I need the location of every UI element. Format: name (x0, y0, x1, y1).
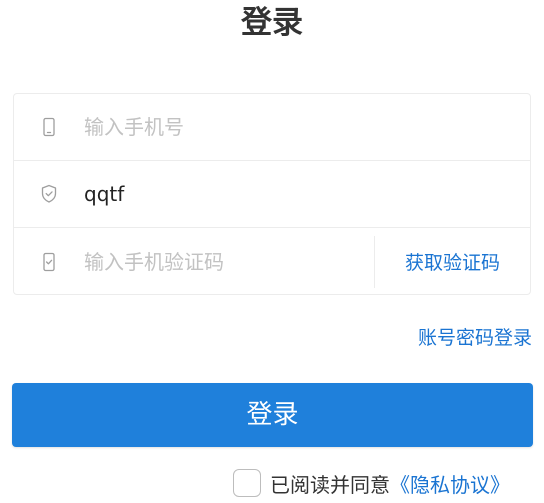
phone-input[interactable] (84, 115, 530, 139)
login-button[interactable]: 登录 (12, 383, 533, 447)
verification-code-input[interactable] (84, 249, 374, 274)
shield-icon (14, 161, 84, 227)
account-password-login-link[interactable]: 账号密码登录 (418, 322, 532, 354)
phone-check-icon (14, 228, 84, 295)
login-form: 获取验证码 (13, 93, 531, 295)
get-code-button[interactable]: 获取验证码 (375, 228, 530, 295)
phone-row (14, 94, 530, 161)
password-row (14, 161, 530, 228)
mobile-phone-icon (14, 94, 84, 160)
page-title: 登录 (241, 5, 303, 41)
code-row: 获取验证码 (14, 228, 530, 295)
login-page: 登录 输入手机号 qqtf 输入手机验证码 获取验证码 账号密码登录 登录 已阅… (0, 0, 544, 503)
agreement-text: 已阅读并同意 (270, 472, 390, 497)
privacy-policy-link[interactable]: 《隐私协议》 (390, 469, 510, 498)
agree-checkbox[interactable] (233, 469, 261, 497)
password-input[interactable] (84, 182, 530, 206)
agreement-row: 已阅读并同意 《隐私协议》 (233, 467, 510, 499)
